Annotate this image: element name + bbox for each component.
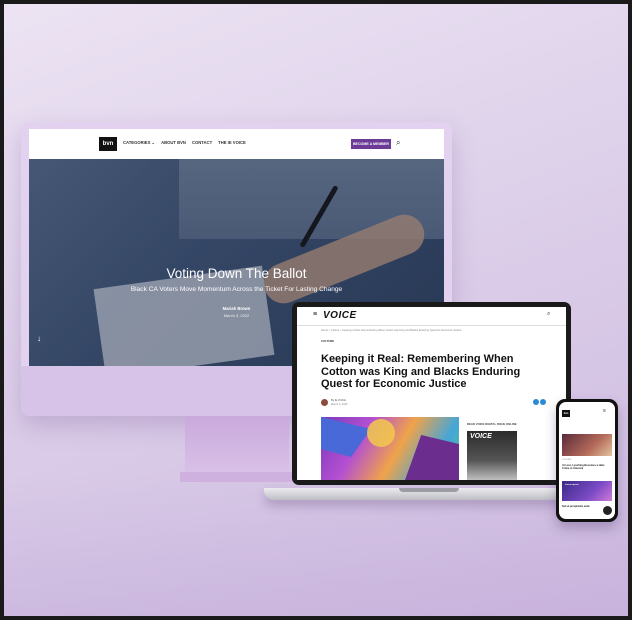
arrow-down-icon[interactable]: ↓	[37, 334, 41, 343]
share-icon[interactable]	[540, 399, 546, 405]
share-icon[interactable]	[533, 399, 539, 405]
bvn-logo[interactable]: bvn	[562, 410, 570, 417]
breadcrumb[interactable]: Home > Culture > Keeping it Real: Rememb…	[321, 329, 521, 332]
laptop-device: ≡ VOICE ⌕ Home > Culture > Keeping it Re…	[292, 302, 571, 485]
nav-link-categories[interactable]: CATEGORIES ⌄	[123, 140, 155, 145]
voice-navbar: ≡ VOICE ⌕	[297, 307, 566, 326]
nav-link-ie-voice[interactable]: THE IE VOICE	[218, 140, 246, 145]
article-category[interactable]: CULTURE	[562, 459, 571, 461]
phone-device: bvn ≡ CULTURE At Last, Lynching Becomes …	[556, 399, 618, 522]
phone-screen: bvn ≡ CULTURE At Last, Lynching Becomes …	[559, 402, 615, 519]
article-image[interactable]	[562, 434, 612, 456]
digital-issue-logo: VOICE	[470, 433, 492, 440]
desktop-navbar: bvn CATEGORIES ⌄ ABOUT BVN CONTACT THE I…	[29, 129, 444, 159]
hamburger-menu-icon[interactable]: ≡	[313, 311, 317, 318]
become-member-button[interactable]: BECOME A MEMBER	[351, 139, 391, 149]
article-author[interactable]: By IE VOICE	[331, 399, 346, 402]
article-category[interactable]: CULTURE	[321, 339, 334, 343]
hero-title: Voting Down The Ballot	[166, 266, 307, 281]
imac-foot	[180, 472, 294, 482]
article-date: March 3, 2022	[331, 403, 348, 406]
desktop-nav-links: CATEGORIES ⌄ ABOUT BVN CONTACT THE IE VO…	[123, 140, 246, 145]
imac-stand	[185, 416, 289, 476]
voice-logo[interactable]: VOICE	[323, 310, 357, 321]
nav-link-about[interactable]: ABOUT BVN	[161, 140, 186, 145]
search-icon[interactable]: ⌕	[547, 311, 550, 318]
bvn-logo[interactable]: bvn	[99, 137, 117, 151]
laptop-screen: ≡ VOICE ⌕ Home > Culture > Keeping it Re…	[297, 307, 566, 480]
sidebar-title: READ VOICE DIGITAL ISSUE ONLINE	[467, 422, 517, 426]
floating-action-button[interactable]	[603, 506, 612, 515]
hamburger-menu-icon[interactable]: ≡	[603, 408, 606, 414]
article-headline: Keeping it Real: Remembering When Cotton…	[321, 353, 521, 390]
mockup-canvas: bvn CATEGORIES ⌄ ABOUT BVN CONTACT THE I…	[0, 0, 632, 620]
search-icon[interactable]: ⌕	[396, 138, 400, 148]
feature-image-shape	[367, 419, 395, 447]
article-title[interactable]: Sed ut perspiciatis unde	[562, 505, 602, 508]
hero-subtitle: Black CA Voters Move Momentum Across the…	[130, 286, 343, 293]
article-image-title: Lorem ipsum	[565, 484, 579, 486]
nav-link-contact[interactable]: CONTACT	[192, 140, 212, 145]
article-title[interactable]: At Last, Lynching Becomes a Hate Crime i…	[562, 464, 612, 470]
laptop-notch	[399, 488, 459, 492]
avatar	[321, 399, 328, 406]
